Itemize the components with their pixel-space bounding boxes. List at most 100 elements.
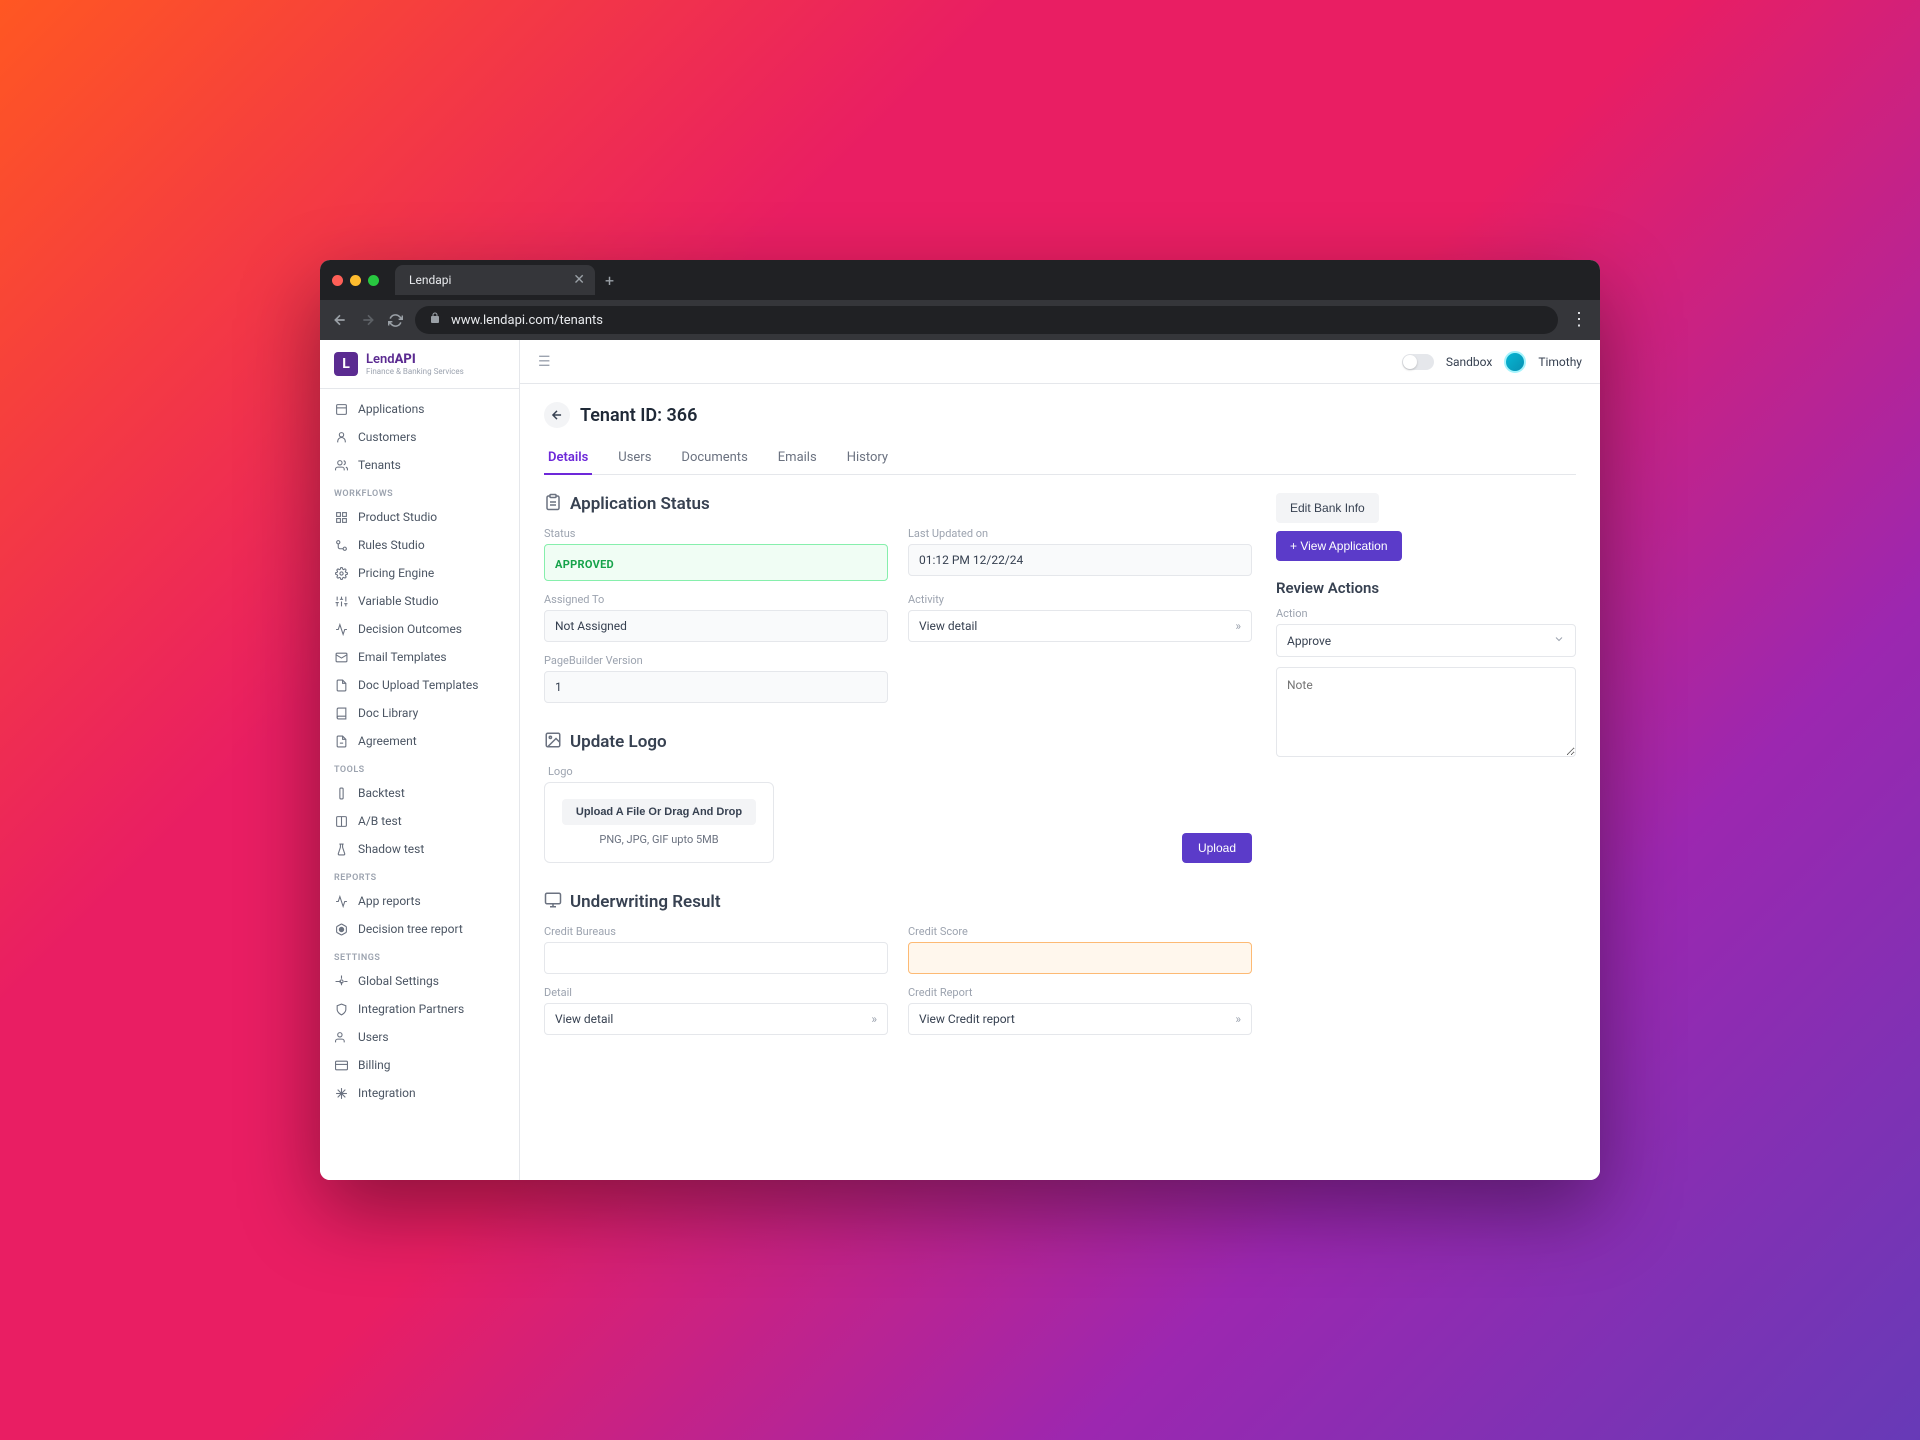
sidebar-item-label: Shadow test [358,842,424,856]
sidebar-item-label: Tenants [358,458,401,472]
upload-button[interactable]: Upload [1182,833,1252,863]
chevron-right-icon: » [1235,1012,1241,1026]
window-close-button[interactable] [332,275,343,286]
logo-label: Logo [548,765,1162,778]
sidebar-item-billing[interactable]: Billing [320,1051,519,1079]
backtest-icon [334,786,348,800]
credit-report-field[interactable]: View Credit report » [908,1003,1252,1035]
action-select[interactable]: Approve [1276,624,1576,657]
section-header-underwriting: Underwriting Result [544,891,1252,913]
sidebar-item-label: Agreement [358,734,417,748]
chevron-right-icon: » [871,1012,877,1026]
tab-details[interactable]: Details [544,442,592,475]
back-icon[interactable] [332,312,348,328]
ab-test-icon [334,814,348,828]
sidebar-item-variable-studio[interactable]: Variable Studio [320,587,519,615]
sidebar-item-decision-tree-report[interactable]: Decision tree report [320,915,519,943]
sidebar-item-ab-test[interactable]: A/B test [320,807,519,835]
sidebar-item-label: Global Settings [358,974,439,988]
browser-tabbar: Lendapi ✕ + [320,260,1600,300]
users-icon [334,1030,348,1044]
user-avatar[interactable] [1504,351,1526,373]
upload-dropzone[interactable]: Upload A File Or Drag And Drop PNG, JPG,… [544,782,774,863]
doc-library-icon [334,706,348,720]
browser-menu-icon[interactable]: ⋮ [1570,311,1588,329]
sidebar-item-shadow-test[interactable]: Shadow test [320,835,519,863]
note-textarea[interactable] [1276,667,1576,757]
last-updated-group: Last Updated on 01:12 PM 12/22/24 [908,527,1252,581]
sidebar-item-tenants[interactable]: Tenants [320,451,519,479]
window-maximize-button[interactable] [368,275,379,286]
credit-report-value: View Credit report [919,1012,1015,1026]
status-label: Status [544,527,888,540]
detail-field[interactable]: View detail » [544,1003,888,1035]
content-right: Edit Bank Info + View Application Review… [1276,493,1576,1047]
sandbox-toggle[interactable] [1402,354,1434,370]
sidebar-item-label: Users [358,1030,389,1044]
status-value: APPROVED [555,558,614,571]
sidebar-collapse-icon[interactable]: ☰ [538,354,551,370]
sidebar-item-label: Doc Library [358,706,418,720]
sidebar-item-agreement[interactable]: Agreement [320,727,519,755]
activity-field[interactable]: View detail » [908,610,1252,642]
integration-partners-icon [334,1002,348,1016]
sidebar-item-label: Decision tree report [358,922,463,936]
sidebar-item-rules-studio[interactable]: Rules Studio [320,531,519,559]
edit-bank-info-button[interactable]: Edit Bank Info [1276,493,1379,523]
sidebar-item-integration[interactable]: Integration [320,1079,519,1107]
content-columns: Application Status Status APPROVED [544,493,1576,1047]
last-updated-value: 01:12 PM 12/22/24 [919,553,1023,567]
detail-group: Detail View detail » [544,986,888,1035]
window-minimize-button[interactable] [350,275,361,286]
sidebar-item-app-reports[interactable]: App reports [320,887,519,915]
new-tab-button[interactable]: + [605,271,614,290]
section-title: Update Logo [570,732,667,752]
app-container: L LendAPI Finance & Banking Services App… [320,340,1600,1180]
detail-label: Detail [544,986,888,999]
upload-file-button[interactable]: Upload A File Or Drag And Drop [562,799,756,825]
credit-bureaus-group: Credit Bureaus [544,925,888,974]
product-studio-icon [334,510,348,524]
traffic-lights [332,275,379,286]
sidebar-item-backtest[interactable]: Backtest [320,779,519,807]
sidebar-item-decision-outcomes[interactable]: Decision Outcomes [320,615,519,643]
email-templates-icon [334,650,348,664]
tab-documents[interactable]: Documents [677,442,751,475]
sidebar-item-pricing-engine[interactable]: Pricing Engine [320,559,519,587]
sidebar-item-customers[interactable]: Customers [320,423,519,451]
credit-score-field[interactable] [908,942,1252,974]
sidebar-item-global-settings[interactable]: Global Settings [320,967,519,995]
browser-tab[interactable]: Lendapi ✕ [395,265,595,295]
url-bar[interactable]: www.lendapi.com/tenants [415,306,1558,334]
sidebar-item-product-studio[interactable]: Product Studio [320,503,519,531]
back-button[interactable] [544,402,570,428]
sidebar-item-applications[interactable]: Applications [320,395,519,423]
close-tab-icon[interactable]: ✕ [573,272,585,288]
credit-bureaus-field[interactable] [544,942,888,974]
sidebar-item-doc-upload-templates[interactable]: Doc Upload Templates [320,671,519,699]
assigned-to-label: Assigned To [544,593,888,606]
top-bar: ☰ Sandbox Timothy [520,340,1600,384]
tab-users[interactable]: Users [614,442,655,475]
assigned-to-field[interactable]: Not Assigned [544,610,888,642]
tab-history[interactable]: History [843,442,892,475]
sidebar-item-label: Integration Partners [358,1002,464,1016]
sidebar-item-email-templates[interactable]: Email Templates [320,643,519,671]
activity-label: Activity [908,593,1252,606]
sidebar-item-integration-partners[interactable]: Integration Partners [320,995,519,1023]
reload-icon[interactable] [388,313,403,328]
tab-title: Lendapi [409,273,451,287]
assigned-to-value: Not Assigned [555,619,627,633]
status-badge: APPROVED [544,544,888,581]
activity-value: View detail [919,619,977,633]
status-group: Status APPROVED [544,527,888,581]
pagebuilder-group: PageBuilder Version 1 [544,654,888,703]
view-application-button[interactable]: + View Application [1276,531,1402,561]
sidebar-item-doc-library[interactable]: Doc Library [320,699,519,727]
content-area: Tenant ID: 366 Details Users Documents E… [520,384,1600,1180]
sidebar-item-users[interactable]: Users [320,1023,519,1051]
tab-emails[interactable]: Emails [774,442,821,475]
credit-score-label: Credit Score [908,925,1252,938]
sandbox-label: Sandbox [1446,355,1492,369]
forward-icon[interactable] [360,312,376,328]
